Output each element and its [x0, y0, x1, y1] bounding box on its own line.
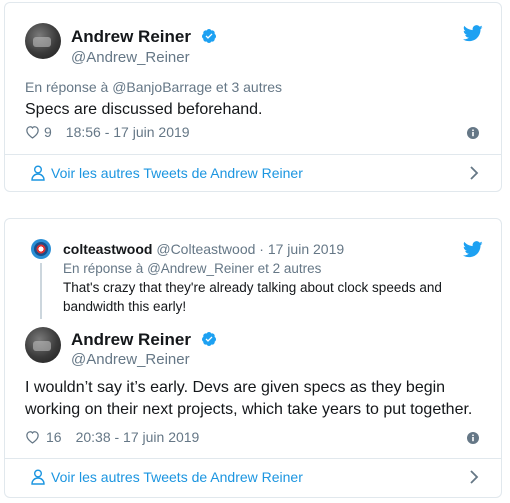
chevron-right-icon[interactable]: [469, 166, 479, 180]
tweet-text-line-1: I wouldn’t say it’s early. Devs are give…: [25, 379, 446, 396]
more-tweets-label[interactable]: Voir les autres Tweets de Andrew Reiner: [51, 469, 303, 485]
quoted-handle[interactable]: @Colteastwood: [156, 241, 255, 257]
person-icon: [31, 469, 45, 485]
verified-badge-icon: [201, 29, 216, 43]
like-count[interactable]: 9: [44, 124, 52, 140]
quoted-text: That's crazy that they're already talkin…: [63, 280, 442, 314]
author-handle[interactable]: @Andrew_Reiner: [71, 49, 190, 66]
author-name[interactable]: Andrew Reiner: [71, 330, 217, 350]
tweet-text-line-2: working on their next projects, which ta…: [25, 401, 473, 418]
tweet-card-2: colteastwood @Colteastwood · 17 juin 201…: [4, 218, 502, 498]
person-icon: [31, 165, 45, 181]
heart-icon[interactable]: [25, 125, 40, 139]
thread-line: [40, 263, 42, 319]
avatar[interactable]: [25, 23, 61, 59]
tweet-meta: 16 20:38 - 17 juin 2019: [25, 429, 199, 445]
reply-mention-link[interactable]: @BanjoBarrage: [112, 79, 212, 95]
reply-mention-link[interactable]: @Andrew_Reiner: [147, 261, 254, 276]
avatar[interactable]: [25, 327, 61, 363]
author-name[interactable]: Andrew Reiner: [71, 27, 217, 47]
quoted-reply-to-line: En réponse à @Andrew_Reiner et 2 autres: [63, 261, 321, 276]
quoted-header: colteastwood @Colteastwood · 17 juin 201…: [63, 241, 344, 257]
reply-prefix: En réponse à: [63, 261, 144, 276]
like-count[interactable]: 16: [46, 429, 62, 445]
quoted-name[interactable]: colteastwood: [63, 241, 152, 257]
quoted-date[interactable]: · 17 juin 2019: [259, 241, 344, 257]
author-name-text[interactable]: Andrew Reiner: [71, 330, 191, 349]
timestamp[interactable]: 18:56 - 17 juin 2019: [66, 124, 190, 140]
chevron-right-icon[interactable]: [469, 470, 479, 484]
reply-to-line: En réponse à @BanjoBarrage et 3 autres: [25, 79, 282, 95]
twitter-bird-icon[interactable]: [463, 241, 483, 258]
tweet-text: I wouldn’t say it’s early. Devs are give…: [25, 377, 472, 421]
timestamp[interactable]: 20:38 - 17 juin 2019: [76, 429, 200, 445]
author-handle[interactable]: @Andrew_Reiner: [71, 351, 190, 368]
more-tweets-label[interactable]: Voir les autres Tweets de Andrew Reiner: [51, 165, 303, 181]
reply-others-link[interactable]: et 3 autres: [216, 79, 282, 95]
info-icon[interactable]: [467, 432, 479, 444]
tweet-card-1: Andrew Reiner @Andrew_Reiner En réponse …: [4, 2, 502, 192]
info-icon[interactable]: [467, 127, 479, 139]
more-tweets-link[interactable]: Voir les autres Tweets de Andrew Reiner: [5, 459, 501, 495]
verified-badge-icon: [201, 332, 216, 346]
reply-others-link[interactable]: et 2 autres: [258, 261, 322, 276]
heart-icon[interactable]: [25, 430, 40, 444]
more-tweets-link[interactable]: Voir les autres Tweets de Andrew Reiner: [5, 155, 501, 191]
twitter-bird-icon[interactable]: [463, 25, 483, 42]
author-name-text[interactable]: Andrew Reiner: [71, 27, 191, 46]
tweet-text: Specs are discussed beforehand.: [25, 101, 263, 118]
reply-prefix: En réponse à: [25, 79, 109, 95]
tweet-meta: 9 18:56 - 17 juin 2019: [25, 124, 190, 140]
quoted-avatar[interactable]: [31, 239, 51, 259]
